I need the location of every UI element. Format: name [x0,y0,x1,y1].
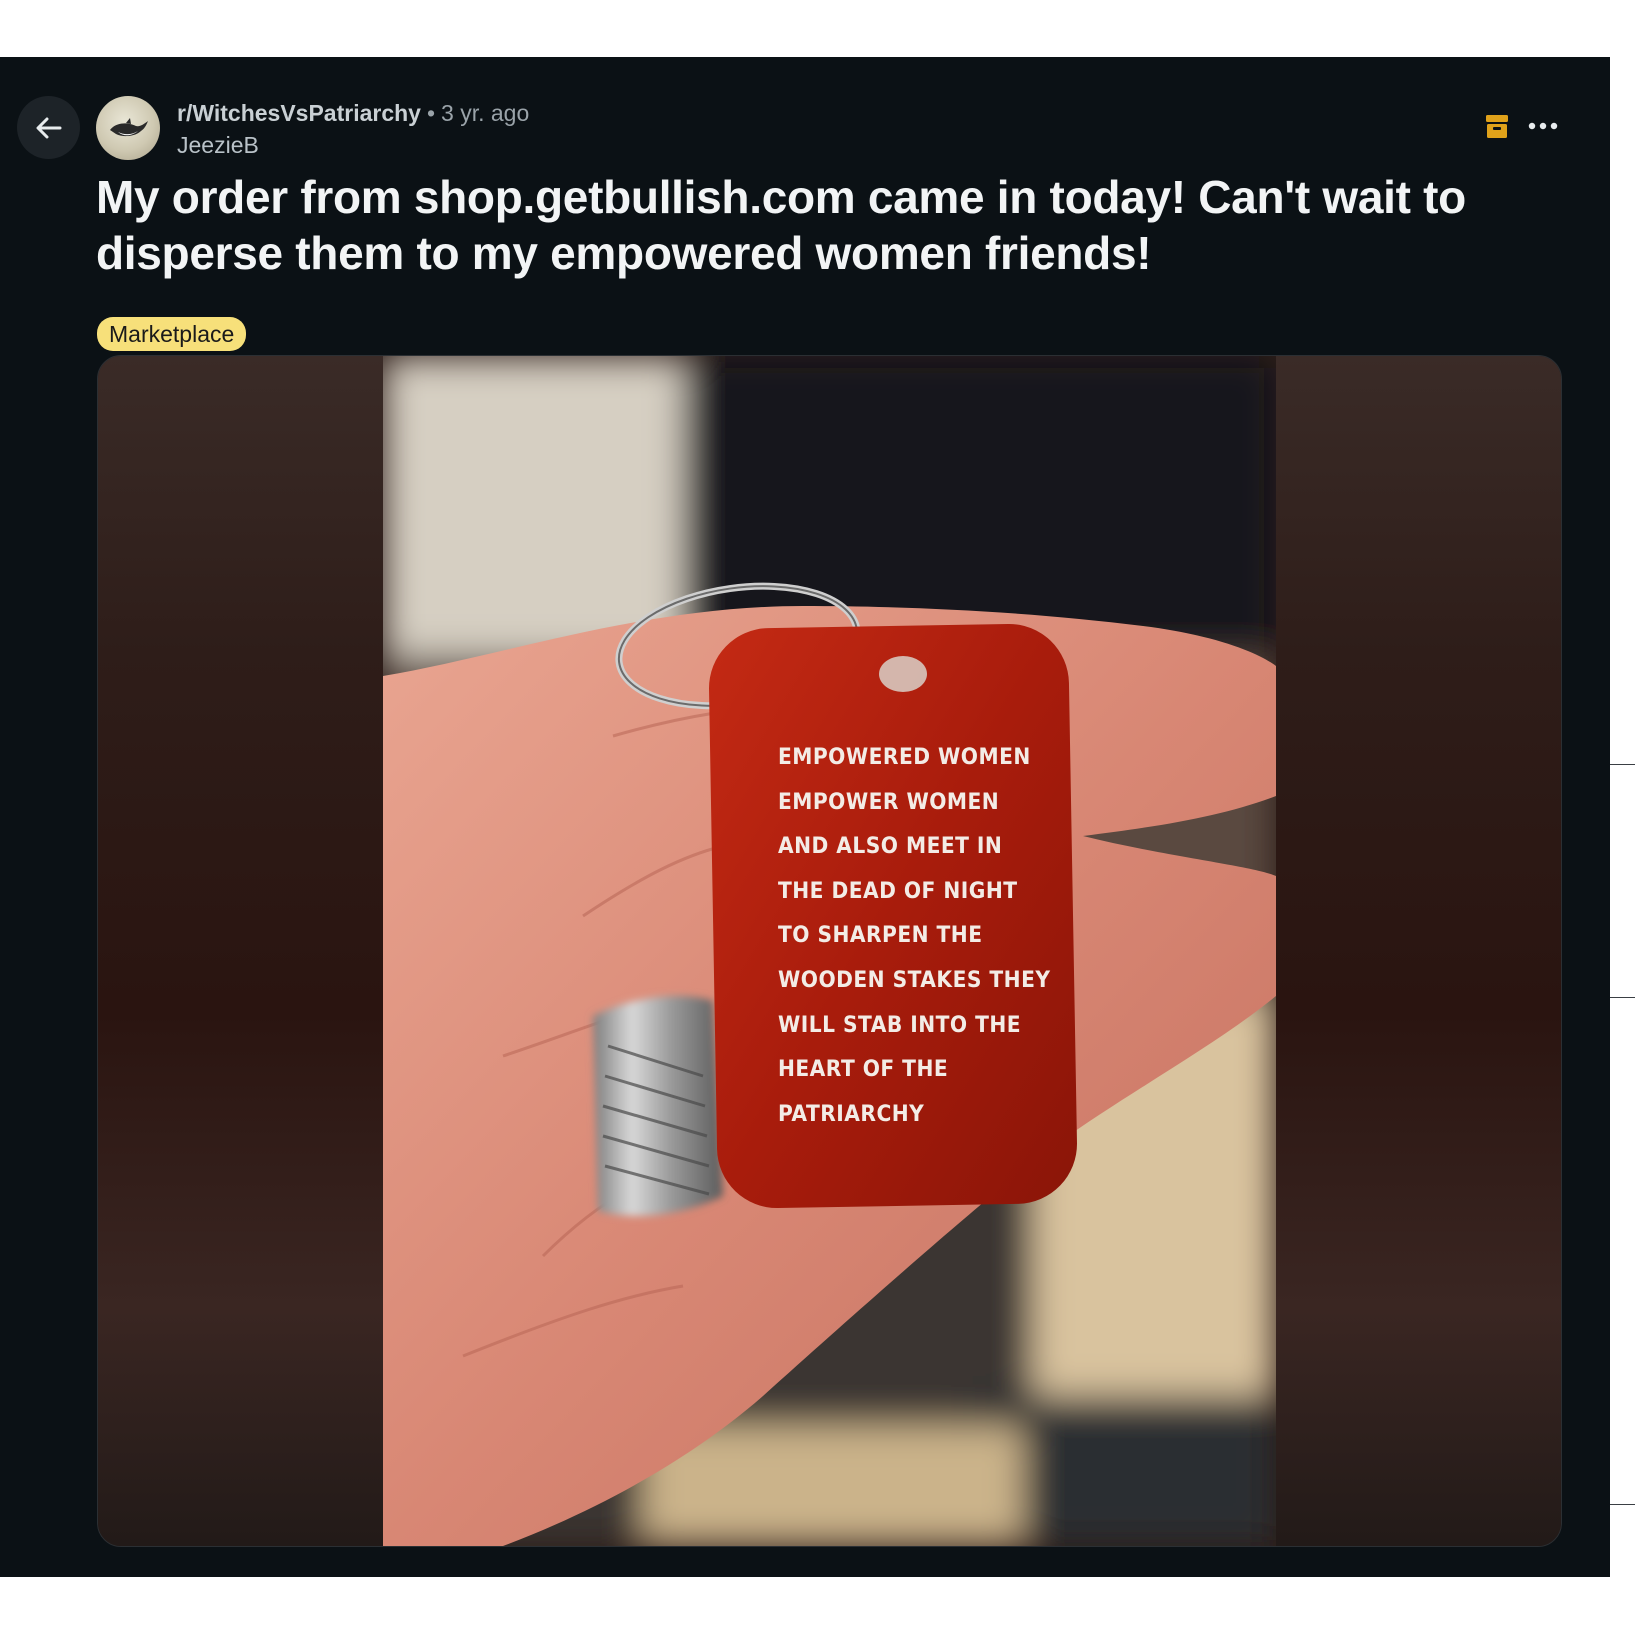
arrow-left-icon [36,117,61,138]
archive-icon [1486,115,1508,138]
back-button[interactable] [17,96,80,159]
post-meta: r/WitchesVsPatriarchy • 3 yr. ago JeezieB [177,97,529,161]
whale-icon [110,118,148,137]
post-image[interactable]: EMPOWERED WOMEN EMPOWER WOMEN AND ALSO M… [97,355,1562,1547]
engraving-line: WILL STAB INTO THE [778,1012,1022,1038]
keychain-engraving: EMPOWERED WOMEN EMPOWER WOMEN AND ALSO M… [778,736,1050,1137]
post-panel: r/WitchesVsPatriarchy • 3 yr. ago JeezieB … [0,57,1635,1577]
engraving-line: TO SHARPEN THE [778,923,983,949]
post-time: 3 yr. ago [441,100,530,126]
subreddit-avatar[interactable] [96,96,160,160]
post-title: My order from shop.getbullish.com came i… [96,171,1466,279]
subreddit-link[interactable]: r/WitchesVsPatriarchy [177,100,421,126]
engraving-line: AND ALSO MEET IN [778,834,1003,860]
engraving-line: WOODEN STAKES THEY [778,967,1051,993]
more-options-button[interactable] [1522,105,1564,147]
image-blur-right [1276,356,1561,1546]
author-link[interactable]: JeezieB [177,129,529,161]
photo: EMPOWERED WOMEN EMPOWER WOMEN AND ALSO M… [383,356,1276,1546]
meta-separator: • [426,100,436,126]
engraving-line: HEART OF THE [778,1057,949,1083]
divider [1610,1504,1635,1505]
divider [1610,764,1635,765]
post-flair[interactable]: Marketplace [97,317,247,351]
engraving-line: EMPOWER WOMEN [778,789,1000,815]
engraving-line: THE DEAD OF NIGHT [778,878,1018,904]
image-blur-left [98,356,383,1546]
more-horizontal-icon [1528,122,1558,130]
divider [1610,997,1635,998]
engraving-line: EMPOWERED WOMEN [778,745,1031,770]
engraving-line: PATRIARCHY [778,1101,925,1127]
